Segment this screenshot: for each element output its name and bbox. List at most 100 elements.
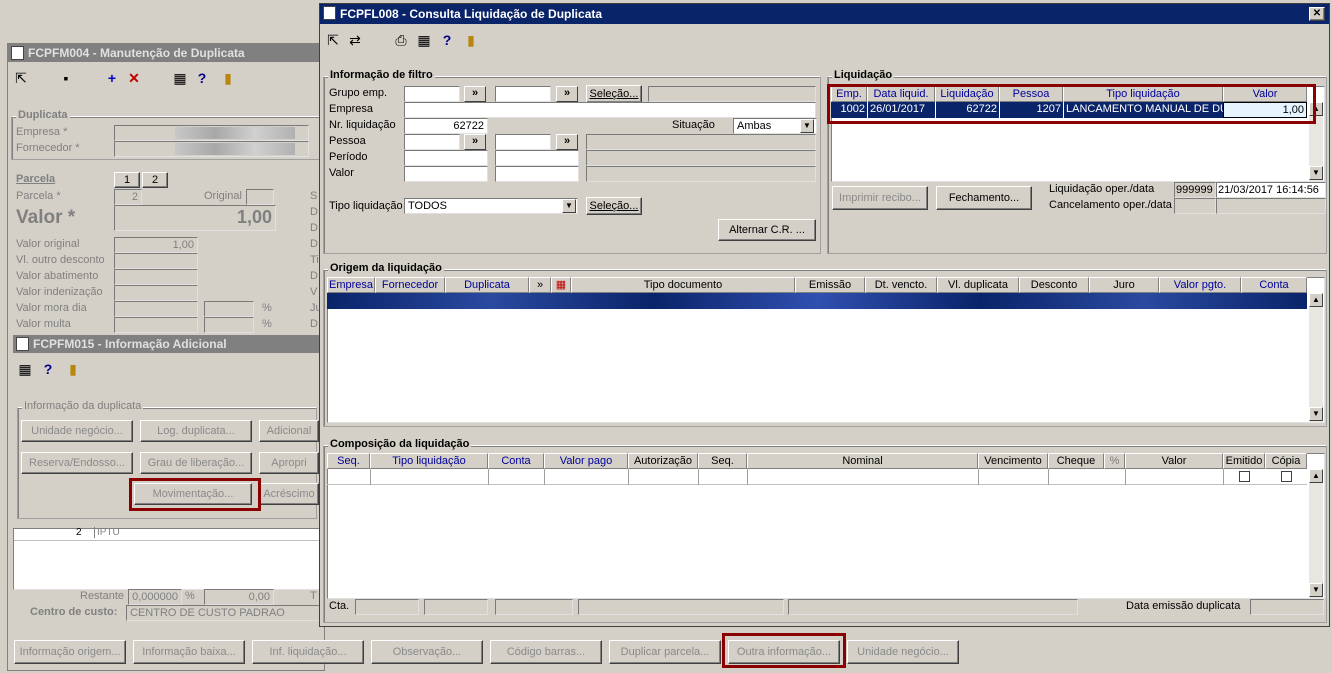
col-conta[interactable]: Conta bbox=[488, 453, 544, 469]
grupo-emp-lookup-button[interactable]: » bbox=[464, 86, 486, 102]
reserva-endosso-button[interactable]: Reserva/Endosso... bbox=[21, 452, 133, 474]
parcela-tab-2[interactable]: 2 bbox=[142, 172, 168, 188]
scroll-up-icon[interactable]: ▲ bbox=[1309, 469, 1323, 483]
unidade-negocio-button[interactable]: Unidade negócio... bbox=[21, 420, 133, 442]
window-title-fcpfl008[interactable]: FCPFL008 - Consulta Liquidação de Duplic… bbox=[320, 4, 1329, 24]
calculator-icon[interactable]: ▦ bbox=[17, 361, 33, 377]
abatimento-field[interactable] bbox=[114, 269, 198, 285]
multa-field[interactable] bbox=[114, 317, 198, 333]
grupo-selecao-button[interactable]: Seleção... bbox=[586, 85, 642, 103]
col-autorizacao[interactable]: Autorização bbox=[628, 453, 698, 469]
periodo-de-field[interactable] bbox=[404, 150, 488, 166]
valor-ate-field[interactable] bbox=[495, 166, 579, 182]
col-expand[interactable]: » bbox=[529, 277, 551, 293]
parcela-grid[interactable]: 2 IPTU bbox=[13, 527, 321, 590]
door-exit-icon[interactable]: ▮ bbox=[220, 70, 236, 86]
calculator-icon[interactable]: ▦ bbox=[172, 70, 188, 86]
origem-scrollbar[interactable] bbox=[1309, 293, 1323, 423]
switch-icon[interactable]: ⇄ bbox=[347, 32, 363, 48]
grau-liberacao-button[interactable]: Grau de liberação... bbox=[140, 452, 252, 474]
composicao-scrollbar[interactable] bbox=[1309, 469, 1323, 599]
apropriacao-button[interactable]: Apropri bbox=[259, 452, 319, 474]
col-nominal[interactable]: Nominal bbox=[747, 453, 978, 469]
valor-de-field[interactable] bbox=[404, 166, 488, 182]
empresa-field[interactable] bbox=[114, 125, 309, 141]
tipo-liquidacao-dropdown-icon[interactable]: ▼ bbox=[562, 199, 576, 213]
imprimir-recibo-button[interactable]: Imprimir recibo... bbox=[832, 186, 928, 210]
delete-icon[interactable]: ✕ bbox=[126, 70, 142, 86]
col-cheque[interactable]: Cheque bbox=[1048, 453, 1104, 469]
parcela-field[interactable]: 2 bbox=[114, 189, 142, 205]
col-conta[interactable]: Conta bbox=[1241, 277, 1307, 293]
close-icon[interactable]: ✕ bbox=[1309, 7, 1325, 21]
mora-pct-field[interactable] bbox=[204, 301, 254, 317]
scroll-up-icon[interactable]: ▲ bbox=[1309, 293, 1323, 307]
centro-custo-field[interactable]: CENTRO DE CUSTO PADRAO bbox=[126, 605, 321, 621]
emitido-checkbox[interactable] bbox=[1239, 471, 1250, 482]
codigo-barras-button[interactable]: Código barras... bbox=[490, 640, 602, 664]
fornecedor-field[interactable] bbox=[114, 141, 309, 157]
col-desconto[interactable]: Desconto bbox=[1019, 277, 1089, 293]
add-icon[interactable]: + bbox=[104, 70, 120, 86]
copia-checkbox[interactable] bbox=[1281, 471, 1292, 482]
pessoa-lookup-button-2[interactable]: » bbox=[556, 134, 578, 150]
fechamento-button[interactable]: Fechamento... bbox=[936, 186, 1032, 210]
scroll-down-icon[interactable]: ▼ bbox=[1309, 407, 1323, 421]
pessoa-lookup-button[interactable]: » bbox=[464, 134, 486, 150]
col-seq[interactable]: Seq. bbox=[327, 453, 370, 469]
col-duplicata[interactable]: Duplicata bbox=[445, 277, 529, 293]
col-dt-vencto[interactable]: Dt. vencto. bbox=[865, 277, 937, 293]
nr-liquidacao-field[interactable]: 62722 bbox=[404, 118, 488, 134]
col-valor-pago[interactable]: Valor pago bbox=[544, 453, 628, 469]
inf-liquidacao-button[interactable]: Inf. liquidação... bbox=[252, 640, 364, 664]
informacao-baixa-button[interactable]: Informação baixa... bbox=[133, 640, 245, 664]
observacao-button[interactable]: Observação... bbox=[371, 640, 483, 664]
pessoa-field[interactable] bbox=[404, 134, 460, 150]
col-emitido[interactable]: Emitido bbox=[1223, 453, 1265, 469]
col-juro[interactable]: Juro bbox=[1089, 277, 1159, 293]
calculator-icon[interactable]: ▦ bbox=[416, 32, 432, 48]
save-icon[interactable]: ▪ bbox=[58, 70, 74, 86]
grupo-emp-field[interactable] bbox=[404, 86, 460, 102]
grid-row[interactable]: 2 IPTU bbox=[14, 527, 320, 541]
situacao-dropdown-icon[interactable]: ▼ bbox=[800, 119, 814, 133]
help-icon[interactable]: ? bbox=[40, 361, 56, 377]
window-title-fcpfm004[interactable]: FCPFM004 - Manutenção de Duplicata bbox=[8, 44, 324, 62]
restante-value-field[interactable]: 0,00 bbox=[204, 589, 274, 605]
col-pct[interactable]: % bbox=[1104, 453, 1125, 469]
window-title-fcpfm015[interactable]: FCPFM015 - Informação Adicional bbox=[13, 335, 319, 353]
tipo-liquidacao-select[interactable]: TODOS bbox=[404, 198, 578, 214]
acrescimo-button[interactable]: Acréscimo bbox=[259, 483, 319, 505]
mora-field[interactable] bbox=[114, 301, 198, 317]
scroll-down-icon[interactable]: ▼ bbox=[1309, 583, 1323, 597]
adicional-button[interactable]: Adicional bbox=[259, 420, 319, 442]
valor-original-field[interactable]: 1,00 bbox=[114, 237, 198, 253]
grupo-emp-field-2[interactable] bbox=[495, 86, 551, 102]
valor-field[interactable]: 1,00 bbox=[114, 205, 276, 231]
duplicar-parcela-button[interactable]: Duplicar parcela... bbox=[609, 640, 721, 664]
door-exit-icon[interactable]: ▮ bbox=[463, 32, 479, 48]
original-field[interactable] bbox=[246, 189, 274, 205]
log-duplicata-button[interactable]: Log. duplicata... bbox=[140, 420, 252, 442]
help-icon[interactable]: ? bbox=[194, 70, 210, 86]
col-vl-duplicata[interactable]: Vl. duplicata bbox=[937, 277, 1019, 293]
col-valor-pgto[interactable]: Valor pgto. bbox=[1159, 277, 1241, 293]
restante-field[interactable]: 0,000000 bbox=[128, 589, 182, 605]
col-tipo-liquidacao[interactable]: Tipo liquidação bbox=[370, 453, 488, 469]
help-icon[interactable]: ? bbox=[439, 32, 455, 48]
col-emissao[interactable]: Emissão bbox=[795, 277, 865, 293]
empresa-field[interactable] bbox=[404, 102, 816, 118]
outro-desconto-field[interactable] bbox=[114, 253, 198, 269]
alternar-cr-button[interactable]: Alternar C.R. ... bbox=[718, 219, 816, 241]
col-empresa[interactable]: Empresa bbox=[327, 277, 375, 293]
exit-arrow-icon[interactable]: ⇱ bbox=[13, 70, 29, 86]
col-vencimento[interactable]: Vencimento bbox=[978, 453, 1048, 469]
informacao-origem-button[interactable]: Informação origem... bbox=[14, 640, 126, 664]
periodo-ate-field[interactable] bbox=[495, 150, 579, 166]
unidade-negocio-bottom-button[interactable]: Unidade negócio... bbox=[847, 640, 959, 664]
parcela-tab-1[interactable]: 1 bbox=[114, 172, 140, 188]
col-copia[interactable]: Cópia bbox=[1265, 453, 1307, 469]
pessoa-field-2[interactable] bbox=[495, 134, 551, 150]
origem-row-selected[interactable] bbox=[327, 293, 1307, 309]
col-fornecedor[interactable]: Fornecedor bbox=[375, 277, 445, 293]
